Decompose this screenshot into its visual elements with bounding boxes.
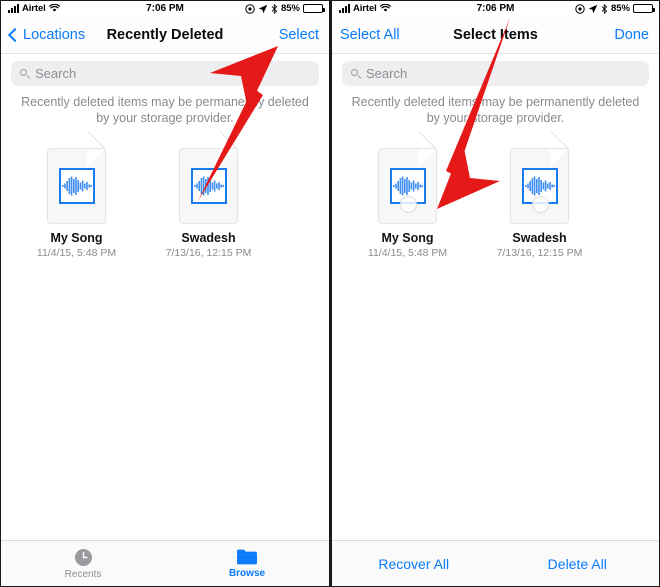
left-info-note: Recently deleted items may be permanentl… <box>21 95 309 125</box>
select-button-label: Select <box>278 27 319 43</box>
search-field[interactable]: Search <box>342 61 649 86</box>
search-icon <box>351 68 361 79</box>
battery-icon <box>303 4 325 13</box>
battery-icon <box>633 4 655 13</box>
file-date-label: 7/13/16, 12:15 PM <box>165 247 252 259</box>
battery-percent-label: 85% <box>280 3 300 14</box>
file-date-label: 7/13/16, 12:15 PM <box>496 247 583 259</box>
file-item[interactable]: Swadesh 7/13/16, 12:15 PM <box>152 130 265 259</box>
alarm-icon <box>245 3 255 14</box>
select-button[interactable]: Select <box>279 17 319 53</box>
tab-bar: Recents Browse <box>1 540 329 586</box>
file-date-label: 11/4/15, 5:48 PM <box>36 247 117 259</box>
search-placeholder: Search <box>35 66 77 81</box>
search-placeholder: Search <box>366 66 408 81</box>
clock-icon <box>74 548 92 566</box>
recover-all-label: Recover All <box>378 555 450 572</box>
delete-all-button[interactable]: Delete All <box>496 541 660 586</box>
document-icon <box>47 130 106 224</box>
right-info-note: Recently deleted items may be permanentl… <box>351 95 640 125</box>
document-fold-corner-icon <box>418 149 436 167</box>
screenshot-root: Airtel 7:06 PM 85% Locations Recently De… <box>0 0 660 587</box>
audio-waveform-icon <box>191 168 227 204</box>
left-file-grid: My Song 11/4/15, 5:48 PM Swadesh 7/13/16… <box>1 126 329 259</box>
search-icon <box>20 68 30 79</box>
document-icon <box>378 130 437 224</box>
left-nav-bar: Locations Recently Deleted Select <box>1 17 329 54</box>
done-button[interactable]: Done <box>614 17 649 53</box>
status-bar-right-group: 85% <box>245 3 325 14</box>
file-name-label: Swadesh <box>512 231 567 245</box>
right-page-title: Select Items <box>453 27 538 43</box>
battery-percent-label: 85% <box>610 3 630 14</box>
file-name-label: My Song <box>381 231 434 245</box>
tab-browse-label: Browse <box>228 568 266 579</box>
selection-circle-icon[interactable] <box>532 196 549 213</box>
delete-all-label: Delete All <box>547 555 607 572</box>
bluetooth-icon <box>601 3 608 14</box>
status-bar-right: Airtel 7:06 PM 85% <box>332 1 659 17</box>
done-button-label: Done <box>614 27 649 43</box>
file-date-label: 11/4/15, 5:48 PM <box>367 247 448 259</box>
tab-recents-label: Recents <box>64 568 102 580</box>
alarm-icon <box>575 3 585 14</box>
right-phone-screen: Airtel 7:06 PM 85% Select All Select Ite… <box>332 1 659 586</box>
file-name-label: Swadesh <box>181 231 236 245</box>
left-phone-screen: Airtel 7:06 PM 85% Locations Recently De… <box>1 1 329 586</box>
tab-recents[interactable]: Recents <box>1 541 165 586</box>
folder-icon <box>237 549 257 565</box>
document-icon <box>510 130 569 224</box>
location-arrow-icon <box>588 4 598 13</box>
document-fold-corner-icon <box>219 149 237 167</box>
status-bar-left: Airtel 7:06 PM 85% <box>1 1 329 17</box>
document-fold-corner-icon <box>87 149 105 167</box>
recover-all-button[interactable]: Recover All <box>332 541 496 586</box>
file-item[interactable]: Swadesh 7/13/16, 12:15 PM <box>483 130 596 259</box>
action-bar: Recover All Delete All <box>332 540 659 586</box>
bluetooth-icon <box>271 3 278 14</box>
audio-waveform-icon <box>59 168 95 204</box>
left-search-container: Search <box>1 54 329 91</box>
tab-browse[interactable]: Browse <box>165 541 329 586</box>
right-search-container: Search <box>332 54 659 91</box>
location-arrow-icon <box>258 4 268 13</box>
file-item[interactable]: My Song 11/4/15, 5:48 PM <box>351 130 464 259</box>
right-nav-bar: Select All Select Items Done <box>332 17 659 54</box>
file-name-label: My Song <box>50 231 103 245</box>
search-field[interactable]: Search <box>11 61 319 86</box>
document-icon <box>179 130 238 224</box>
right-file-grid: My Song 11/4/15, 5:48 PM Swadesh 7/13/16… <box>332 126 659 259</box>
selection-circle-icon[interactable] <box>400 196 417 213</box>
status-bar-right-group: 85% <box>575 3 655 14</box>
file-item[interactable]: My Song 11/4/15, 5:48 PM <box>20 130 133 259</box>
document-fold-corner-icon <box>550 149 568 167</box>
